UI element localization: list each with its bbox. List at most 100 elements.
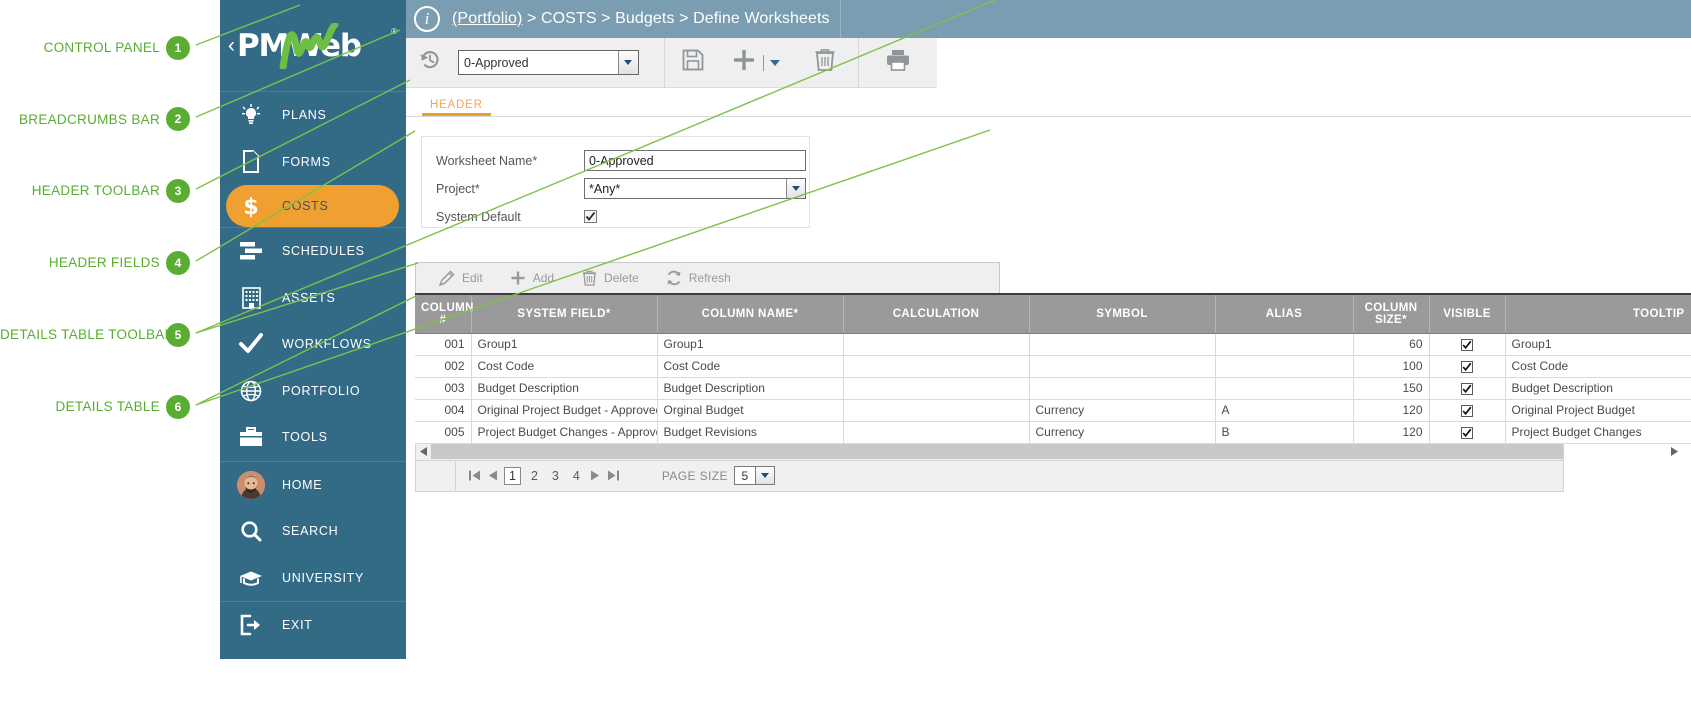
- bars-icon: [234, 236, 268, 266]
- sidebar-item-label: FORMS: [282, 155, 331, 169]
- cell-column-name: Budget Revisions: [657, 421, 843, 443]
- add-dropdown-button[interactable]: [763, 38, 792, 88]
- sidebar-item-portfolio[interactable]: PORTFOLIO: [220, 368, 406, 415]
- visible-checkbox[interactable]: [1461, 339, 1473, 351]
- worksheet-select-value: 0-Approved: [459, 56, 618, 70]
- cell-column-name: Cost Code: [657, 355, 843, 377]
- cell-calculation: [843, 333, 1029, 355]
- checkmark-icon: [1462, 406, 1472, 416]
- col-header-alias[interactable]: ALIAS: [1215, 295, 1353, 333]
- scroll-thumb[interactable]: [431, 444, 1563, 459]
- cell-tooltip: Original Project Budget: [1505, 399, 1691, 421]
- exit-icon: [234, 610, 268, 640]
- check-icon: [234, 329, 268, 359]
- history-button[interactable]: [406, 38, 454, 88]
- table-row[interactable]: 003 Budget Description Budget Descriptio…: [415, 377, 1691, 399]
- page-size-label: PAGE SIZE: [662, 469, 728, 483]
- col-header-system-field[interactable]: SYSTEM FIELD*: [471, 295, 657, 333]
- last-page-icon[interactable]: [607, 469, 620, 482]
- breadcrumb-portfolio-link[interactable]: (Portfolio): [452, 10, 522, 27]
- scroll-right-icon[interactable]: [1666, 444, 1681, 459]
- cell-column-size: 120: [1353, 399, 1429, 421]
- col-header-column-no[interactable]: COLUMN#: [415, 295, 471, 333]
- col-header-column-name[interactable]: COLUMN NAME*: [657, 295, 843, 333]
- first-page-icon[interactable]: [468, 469, 481, 482]
- cell-column-no: 001: [415, 333, 471, 355]
- sidebar-item-costs[interactable]: $ COSTS: [226, 185, 399, 227]
- sidebar-item-home[interactable]: HOME: [220, 462, 406, 509]
- cell-system-field: Project Budget Changes - Approved: [471, 421, 657, 443]
- visible-checkbox[interactable]: [1461, 383, 1473, 395]
- cell-column-name: Group1: [657, 333, 843, 355]
- sidebar-item-plans[interactable]: PLANS: [220, 92, 406, 139]
- col-header-symbol[interactable]: SYMBOL: [1029, 295, 1215, 333]
- printer-icon: [885, 48, 911, 77]
- cell-tooltip: Cost Code: [1505, 355, 1691, 377]
- visible-checkbox[interactable]: [1461, 427, 1473, 439]
- details-table: COLUMN# SYSTEM FIELD* COLUMN NAME* CALCU…: [415, 295, 1691, 444]
- worksheet-select[interactable]: 0-Approved: [458, 50, 639, 75]
- cell-alias: B: [1215, 421, 1353, 443]
- table-row[interactable]: 001 Group1 Group1 60 Group1: [415, 333, 1691, 355]
- visible-checkbox[interactable]: [1461, 361, 1473, 373]
- page-size-value[interactable]: 5: [734, 466, 756, 485]
- cell-symbol: [1029, 355, 1215, 377]
- sidebar-item-assets[interactable]: ASSETS: [220, 275, 406, 322]
- page-number-3[interactable]: 3: [548, 468, 563, 484]
- sidebar-item-workflows[interactable]: WORKFLOWS: [220, 321, 406, 368]
- prev-page-icon[interactable]: [487, 469, 498, 482]
- details-edit-button[interactable]: Edit: [438, 269, 483, 287]
- worksheet-name-input[interactable]: [584, 150, 806, 171]
- chevron-down-icon[interactable]: [618, 51, 638, 74]
- project-select[interactable]: *Any*: [584, 178, 806, 199]
- sidebar-item-search[interactable]: SEARCH: [220, 508, 406, 555]
- table-row[interactable]: 002 Cost Code Cost Code 100 Cost Code: [415, 355, 1691, 377]
- history-icon: [418, 48, 442, 77]
- system-default-checkbox[interactable]: [584, 210, 597, 223]
- details-table-toolbar: Edit Add: [415, 262, 1000, 293]
- table-row[interactable]: 005 Project Budget Changes - Approved Bu…: [415, 421, 1691, 443]
- table-row[interactable]: 004 Original Project Budget - Approved O…: [415, 399, 1691, 421]
- page-number-2[interactable]: 2: [527, 468, 542, 484]
- cell-system-field: Group1: [471, 333, 657, 355]
- sidebar-item-exit[interactable]: EXIT: [220, 602, 406, 649]
- info-icon[interactable]: i: [414, 6, 440, 32]
- col-header-tooltip[interactable]: TOOLTIP: [1505, 295, 1691, 333]
- cell-alias: [1215, 333, 1353, 355]
- col-header-column-size[interactable]: COLUMNSIZE*: [1353, 295, 1429, 333]
- page-number-4[interactable]: 4: [569, 468, 584, 484]
- scroll-left-icon[interactable]: [416, 444, 431, 459]
- chevron-down-icon: [770, 54, 780, 72]
- delete-button[interactable]: [792, 38, 858, 88]
- details-add-button[interactable]: Add: [509, 269, 554, 287]
- details-refresh-button[interactable]: Refresh: [665, 269, 731, 287]
- sidebar-item-forms[interactable]: FORMS: [220, 139, 406, 186]
- cell-symbol: Currency: [1029, 421, 1215, 443]
- svg-text:$: $: [243, 195, 258, 219]
- annotation-label-1: CONTROL PANEL: [0, 40, 160, 55]
- project-select-value: *Any*: [585, 182, 786, 196]
- print-button[interactable]: [859, 38, 937, 88]
- pager-controls: 1 2 3 4: [468, 467, 620, 485]
- visible-checkbox[interactable]: [1461, 405, 1473, 417]
- add-button[interactable]: [721, 38, 763, 88]
- breadcrumb-text: (Portfolio) > COSTS > Budgets > Define W…: [452, 10, 830, 28]
- col-header-calculation[interactable]: CALCULATION: [843, 295, 1029, 333]
- page-size-dropdown-icon[interactable]: [756, 466, 775, 485]
- sidebar-item-tools[interactable]: TOOLS: [220, 414, 406, 461]
- details-table-body: 001 Group1 Group1 60 Group1 002: [415, 333, 1691, 443]
- chevron-down-icon[interactable]: [786, 179, 805, 198]
- next-page-icon[interactable]: [590, 469, 601, 482]
- sidebar-item-schedules[interactable]: SCHEDULES: [220, 228, 406, 275]
- horizontal-scrollbar[interactable]: [415, 444, 1564, 461]
- save-button[interactable]: [665, 38, 721, 88]
- tab-header[interactable]: HEADER: [422, 99, 491, 116]
- page-number-1[interactable]: 1: [504, 467, 521, 485]
- details-delete-button[interactable]: Delete: [580, 269, 639, 287]
- annotation-label-3: HEADER TOOLBAR: [0, 183, 160, 198]
- sidebar-item-university[interactable]: UNIVERSITY: [220, 555, 406, 602]
- cell-system-field: Cost Code: [471, 355, 657, 377]
- collapse-sidebar-icon[interactable]: ‹: [228, 35, 235, 56]
- col-header-visible[interactable]: VISIBLE: [1429, 295, 1505, 333]
- worksheet-name-label: Worksheet Name*: [436, 154, 584, 168]
